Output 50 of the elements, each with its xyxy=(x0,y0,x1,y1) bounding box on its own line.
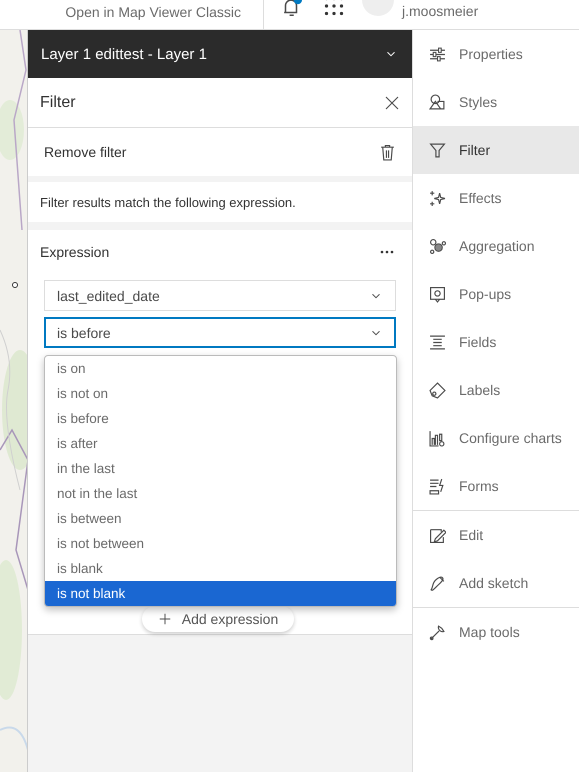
plus-icon xyxy=(158,612,172,626)
nav-icon xyxy=(429,334,446,350)
operator-option[interactable]: is blank xyxy=(45,556,396,581)
section-title: Expression xyxy=(40,244,110,260)
nav-icon xyxy=(429,190,446,206)
nav-item[interactable]: Filter xyxy=(413,126,579,174)
nav-item[interactable]: Configure charts xyxy=(413,414,579,462)
user-name: j.moosmeier xyxy=(402,3,478,19)
nav-item[interactable]: Map tools xyxy=(413,608,579,656)
close-icon xyxy=(384,94,400,110)
close-button[interactable] xyxy=(384,94,400,110)
nav-icon xyxy=(429,574,446,592)
remove-filter-label[interactable]: Remove filter xyxy=(44,144,126,160)
operator-option[interactable]: is before xyxy=(45,406,396,431)
nav-item[interactable]: Pop-ups xyxy=(413,270,579,318)
nav-item[interactable]: Properties xyxy=(413,30,579,78)
operator-option[interactable]: not in the last xyxy=(45,481,396,506)
nav-icon xyxy=(429,142,446,158)
operator-select[interactable]: is before xyxy=(44,317,396,348)
nav-icon xyxy=(429,238,446,254)
nav-item[interactable]: Edit xyxy=(413,511,579,559)
layer-title: Layer 1 edittest - Layer 1 xyxy=(41,46,207,62)
trash-icon[interactable] xyxy=(379,144,396,160)
operator-option[interactable]: is after xyxy=(45,431,396,456)
field-select[interactable]: last_edited_date xyxy=(44,280,396,311)
nav-icon xyxy=(429,624,446,640)
nav-icon xyxy=(429,382,446,398)
nav-item[interactable]: Labels xyxy=(413,366,579,414)
nav-item[interactable]: Forms xyxy=(413,462,579,510)
nav-item[interactable]: Styles xyxy=(413,78,579,126)
panel-title: Filter xyxy=(40,94,76,112)
nav-icon xyxy=(429,46,446,62)
nav-icon xyxy=(429,94,446,110)
add-expression-button[interactable]: Add expression xyxy=(142,606,294,632)
nav-icon xyxy=(429,430,446,446)
nav-item[interactable]: Add sketch xyxy=(413,559,579,607)
nav-item[interactable]: Aggregation xyxy=(413,222,579,270)
nav-icon xyxy=(429,526,446,544)
operator-option[interactable]: is not between xyxy=(45,531,396,556)
nav-icon xyxy=(429,478,446,494)
nav-item[interactable]: Effects xyxy=(413,174,579,222)
operator-option[interactable]: in the last xyxy=(45,456,396,481)
classic-viewer-link[interactable]: Open in Map Viewer Classic xyxy=(65,4,241,29)
operator-option[interactable]: is not on xyxy=(45,381,396,406)
nav-icon xyxy=(429,286,446,302)
operator-option[interactable]: is on xyxy=(45,356,396,381)
filter-description: Filter results match the following expression. xyxy=(40,194,296,210)
operator-option[interactable]: is between xyxy=(45,506,396,531)
operator-option[interactable]: is not blank xyxy=(45,581,396,606)
nav-item[interactable]: Fields xyxy=(413,318,579,366)
